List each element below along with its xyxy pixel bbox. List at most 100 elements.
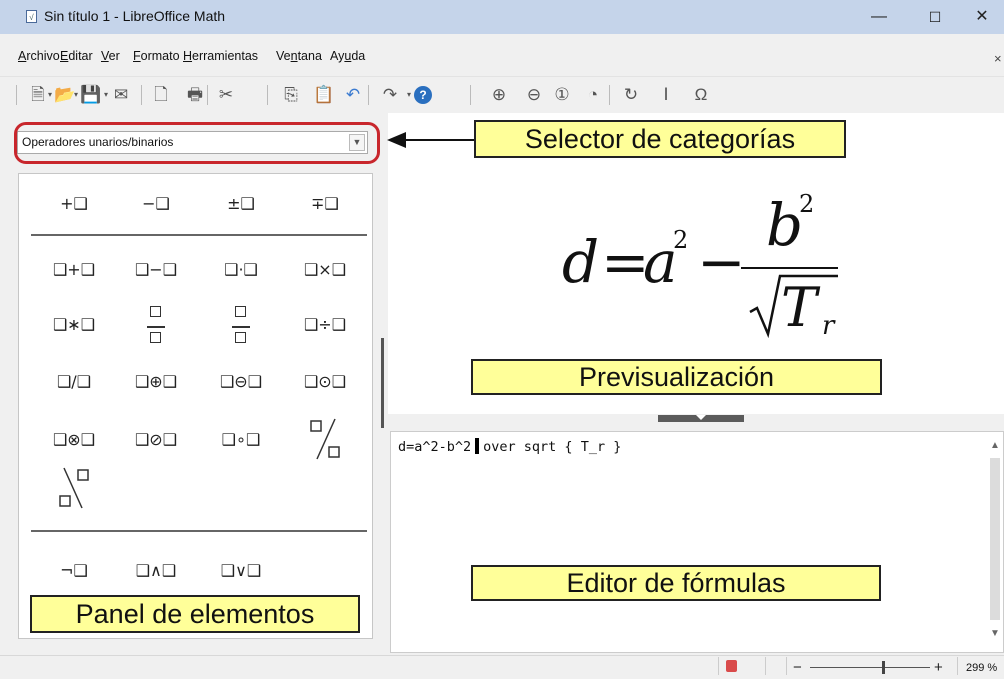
close-document-icon[interactable]: × <box>994 51 1002 66</box>
element-wide-slash[interactable] <box>305 417 345 463</box>
scroll-up-icon[interactable]: ▲ <box>988 440 1002 454</box>
update-icon[interactable]: ↻ <box>620 84 642 106</box>
zoom-out-icon[interactable]: ⊖ <box>523 84 545 106</box>
zoom-level[interactable]: 299 % <box>966 662 997 674</box>
element-fraction[interactable] <box>221 304 261 350</box>
element-operator[interactable]: ❑×❑ <box>291 255 359 285</box>
element-operator[interactable]: ❑⊙❑ <box>291 367 359 397</box>
zoom-in-icon[interactable]: ⊕ <box>488 84 510 106</box>
print-icon[interactable]: 🖶 <box>184 84 206 106</box>
annotation-preview: Previsualización <box>471 359 882 395</box>
show-all-icon[interactable]: ◔ <box>582 84 604 106</box>
dropdown-arrow-icon[interactable]: ▾ <box>405 84 413 106</box>
element-operator[interactable]: ❑·❑ <box>207 255 275 285</box>
formula-minus: − <box>697 228 746 296</box>
zoom-100-icon[interactable]: ① <box>551 84 573 106</box>
menu-archivo[interactable]: Archivo <box>18 49 60 63</box>
collapse-arrow-icon[interactable] <box>696 415 706 420</box>
element-operator[interactable]: ❑∗❑ <box>40 310 108 340</box>
zoom-slider-track[interactable] <box>810 667 930 668</box>
element-operator[interactable]: ❑+❑ <box>40 255 108 285</box>
formula-a-exponent: 2 <box>673 226 689 254</box>
menu-editar[interactable]: Editar <box>60 49 93 63</box>
scroll-down-icon[interactable]: ▼ <box>988 628 1002 642</box>
menu-ventana[interactable]: Ventana <box>276 49 322 63</box>
element-operator[interactable]: ❑⊕❑ <box>122 367 190 397</box>
element-operator[interactable]: ❑∨❑ <box>207 556 275 586</box>
text-cursor <box>475 438 480 454</box>
toolbar-separator <box>609 85 610 105</box>
menu-ayuda[interactable]: Ayuda <box>330 49 365 63</box>
element-operator[interactable]: ❑÷❑ <box>291 310 359 340</box>
dropdown-arrow-icon[interactable]: ▾ <box>46 84 54 106</box>
divider <box>718 657 719 675</box>
toolbar-separator <box>16 85 17 105</box>
symbols-icon[interactable]: Ω <box>690 84 712 106</box>
element-operator[interactable]: ❑⊘❑ <box>122 425 190 455</box>
element-operator[interactable]: +❑ <box>40 189 108 219</box>
splitter-grip[interactable] <box>381 338 384 428</box>
formula-b-exponent: 2 <box>799 190 815 218</box>
copy-icon[interactable]: ⎘ <box>280 84 302 106</box>
toolbar-separator <box>368 85 369 105</box>
help-icon[interactable]: ? <box>414 86 432 104</box>
close-button[interactable]: ✕ <box>960 0 1004 34</box>
element-operator[interactable]: ❑⊖❑ <box>207 367 275 397</box>
element-operator[interactable]: ❑/❑ <box>40 367 108 397</box>
formula-editor[interactable] <box>390 431 1004 653</box>
toolbar-separator <box>470 85 471 105</box>
zoom-slider-thumb[interactable] <box>882 661 885 674</box>
menu-formato[interactable]: Formato <box>133 49 180 63</box>
toolbar-separator <box>141 85 142 105</box>
menu-ver[interactable]: Ver <box>101 49 120 63</box>
vertical-splitter[interactable] <box>378 116 386 662</box>
element-operator[interactable]: ❑∘❑ <box>207 425 275 455</box>
scrollbar-thumb[interactable] <box>990 458 1000 620</box>
divider <box>31 530 367 532</box>
document-modified-icon[interactable] <box>726 660 737 672</box>
element-operator[interactable]: ❑⊗❑ <box>40 425 108 455</box>
element-operator[interactable]: ¬❑ <box>40 556 108 586</box>
element-fraction[interactable] <box>136 304 176 350</box>
dropdown-arrow-icon[interactable]: ▾ <box>72 84 80 106</box>
formula-text-after: over sqrt { T_r } <box>483 439 622 455</box>
formula-b: b <box>766 191 804 259</box>
formula-editor-text[interactable]: d=a^2-b^2 over sqrt { T_r } <box>398 438 621 455</box>
annotation-arrow-head <box>387 132 406 148</box>
toolbar-separator <box>207 85 208 105</box>
zoom-out-button[interactable]: − <box>793 659 802 676</box>
email-icon[interactable]: ✉ <box>110 84 132 106</box>
menu-herramientas[interactable]: Herramientas <box>183 49 258 63</box>
element-wide-backslash[interactable] <box>54 466 94 512</box>
undo-icon[interactable]: ↶ <box>342 84 364 106</box>
element-operator[interactable]: −❑ <box>122 189 190 219</box>
redo-icon[interactable]: ↷ <box>379 84 401 106</box>
formula-d: d <box>562 228 600 296</box>
cut-icon[interactable]: ✂ <box>215 84 237 106</box>
libreoffice-math-icon: √ <box>26 10 37 23</box>
formula-text-before: d=a^2-b^2 <box>398 439 472 455</box>
save-icon[interactable]: 💾 <box>80 84 102 106</box>
element-operator[interactable]: ❑∧❑ <box>122 556 190 586</box>
formula-T: T <box>781 276 818 339</box>
zoom-in-button[interactable]: + <box>934 659 943 676</box>
dropdown-arrow-icon[interactable]: ▾ <box>102 84 110 106</box>
window-title: Sin título 1 - LibreOffice Math <box>44 8 226 24</box>
annotation-editor: Editor de fórmulas <box>471 565 881 601</box>
element-operator[interactable]: ±❑ <box>207 189 275 219</box>
formula-cursor-icon[interactable]: Ⅰ <box>655 84 677 106</box>
divider <box>786 657 787 675</box>
minimize-button[interactable]: — <box>857 0 901 34</box>
formula-T-subscript: r <box>822 311 835 341</box>
divider <box>31 234 367 236</box>
category-highlight-outline <box>14 122 380 164</box>
export-pdf-icon[interactable]: 🗋 <box>150 84 172 106</box>
element-operator[interactable]: ∓❑ <box>291 189 359 219</box>
annotation-selector: Selector de categorías <box>474 120 846 158</box>
maximize-button[interactable]: ☐ <box>913 0 957 34</box>
element-operator[interactable]: ❑−❑ <box>122 255 190 285</box>
divider <box>957 657 958 675</box>
annotation-elements: Panel de elementos <box>30 595 360 633</box>
paste-icon[interactable]: 📋 <box>313 84 335 106</box>
toolbar-separator <box>267 85 268 105</box>
